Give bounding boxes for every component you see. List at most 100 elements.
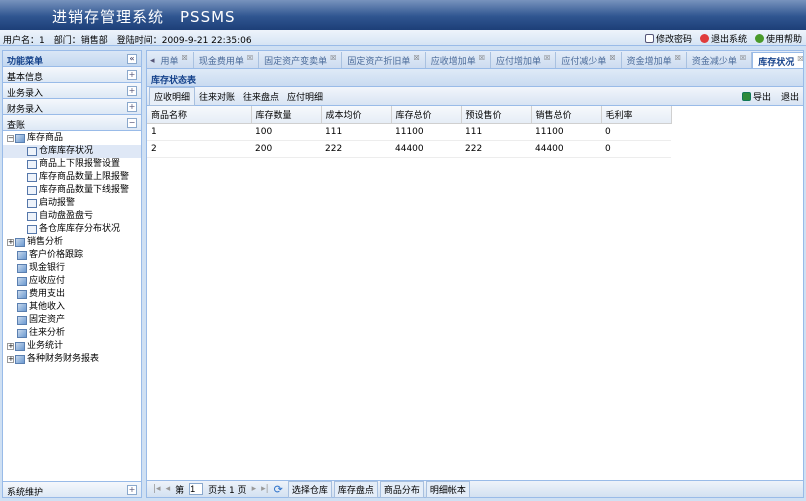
logout-link[interactable]: 退出系统 [699,32,747,45]
help-icon [754,34,764,43]
exit-button[interactable]: 退出 [781,90,799,103]
expand-icon[interactable]: + [127,485,137,495]
tab-label: 资金增加单 [626,57,672,67]
next-page-icon[interactable]: ▸ [252,484,257,494]
pager-button[interactable]: 库存盘点 [333,480,378,498]
pager-button[interactable]: 选择仓库 [287,480,332,498]
column-header[interactable]: 预设售价 [461,106,532,124]
tree-item[interactable]: 费用支出 [3,288,141,301]
tree-item-label: 商品上下限报警设置 [39,159,121,169]
tree-item[interactable]: 库存商品数量下线报警 [3,184,141,197]
table-cell: 11100 [391,123,461,141]
tree-item[interactable]: 仓库库存状况 [3,145,141,158]
tree-item[interactable]: 启动报警 [3,197,141,210]
tree-item[interactable]: 各仓库库存分布状况 [3,223,141,236]
section-label: 业务录入 [7,89,44,99]
expand-icon[interactable]: + [127,70,137,80]
close-tab-icon[interactable]: ☒ [479,54,485,66]
tab[interactable]: 应收增加单 ☒ [426,52,492,68]
tab[interactable]: 现金费用单 ☒ [194,52,260,68]
sidebar-section[interactable]: 基本信息 + [3,67,141,83]
tab-label: 固定资产折旧单 [347,57,411,67]
tab-label: 资金减少单 [691,57,737,67]
column-header[interactable]: 库存总价 [391,106,462,124]
tree-item[interactable]: + 业务统计 [3,340,141,353]
column-header[interactable]: 销售总价 [531,106,602,124]
tree-item[interactable]: 客户价格跟踪 [3,249,141,262]
close-tab-icon[interactable]: ☒ [675,54,681,66]
close-tab-icon[interactable]: ☒ [740,54,746,66]
expand-node-icon[interactable]: + [7,343,14,350]
sidebar-section[interactable]: 业务录入 + [3,83,141,99]
tree-item[interactable]: 往来分析 [3,327,141,340]
collapse-button[interactable]: « [127,54,137,64]
toolbar-button[interactable]: 往来盘点 [239,88,283,105]
close-tab-icon[interactable]: ☒ [609,54,615,66]
tab[interactable]: 固定资产折旧单 ☒ [342,52,426,68]
sidebar-section[interactable]: 查账 − [3,115,141,131]
main-panel: ◂ 用单 ☒ 现金费用单 ☒ 固定资产变卖单 ☒ 固定资产折旧单 ☒ 应收增加单 ☒ 应付增加单 ☒ 应付… [146,50,804,498]
tab[interactable]: 库存状况 ☒ [752,52,803,68]
refresh-icon[interactable]: ⟳ [274,483,283,496]
toolbar-button[interactable]: 应付明细 [283,88,327,105]
sidebar-section[interactable]: 财务录入 + [3,99,141,115]
expand-icon[interactable]: + [127,102,137,112]
tree-item[interactable]: 应收应付 [3,275,141,288]
column-header[interactable]: 商品名称 [147,106,252,124]
tree-item[interactable]: − 库存商品 [3,132,141,145]
expand-node-icon[interactable]: + [7,239,14,246]
close-tab-icon[interactable]: ☒ [413,54,419,66]
tree-item[interactable]: 现金银行 [3,262,141,275]
table-cell: 222 [461,140,531,158]
tree-item-label: 客户价格跟踪 [29,250,84,260]
collapse-icon[interactable]: − [127,118,137,128]
tree-item[interactable]: 固定资产 [3,314,141,327]
tree-item[interactable]: 商品上下限报警设置 [3,158,141,171]
tree-item-label: 各仓库库存分布状况 [39,224,121,234]
first-page-icon[interactable]: |◂ [153,484,161,494]
folder-icon [15,238,25,247]
prev-page-icon[interactable]: ◂ [166,484,171,494]
toolbar-button[interactable]: 应收明细 [149,86,196,106]
table-row[interactable]: 1 100 111 11100 111 11100 0 [147,123,671,141]
tree-item[interactable]: + 各种财务财务报表 [3,353,141,366]
help-link[interactable]: 使用帮助 [754,32,802,45]
column-header[interactable]: 库存数量 [251,106,322,124]
tab-label: 固定资产变卖单 [264,57,328,67]
expand-node-icon[interactable]: + [7,356,14,363]
export-button[interactable]: 导出 [741,90,771,103]
close-tab-icon[interactable]: ☒ [544,54,550,66]
tree-item[interactable]: 自动盘盈盘亏 [3,210,141,223]
toolbar-button[interactable]: 往来对账 [195,88,239,105]
collapse-node-icon[interactable]: − [7,135,14,142]
table-cell: 44400 [391,140,461,158]
close-tab-icon[interactable]: ☒ [330,54,336,66]
column-header[interactable]: 毛利率 [601,106,672,124]
pager-button[interactable]: 商品分布 [379,480,424,498]
tree-item-label: 销售分析 [27,237,64,247]
tree-item[interactable]: + 销售分析 [3,236,141,249]
tree-item[interactable]: 库存商品数量上限报警 [3,171,141,184]
close-tab-icon[interactable]: ☒ [247,54,253,66]
leaf-page-icon [27,147,37,156]
table-row[interactable]: 2 200 222 44400 222 44400 0 [147,140,671,158]
change-password-link[interactable]: 修改密码 [644,32,692,45]
expand-icon[interactable]: + [127,86,137,96]
tab[interactable]: 应付增加单 ☒ [491,52,557,68]
tab[interactable]: 资金增加单 ☒ [622,52,687,68]
tab[interactable]: 资金减少单 ☒ [687,52,753,68]
folder-icon [17,264,27,273]
pager-button[interactable]: 明细帐本 [425,480,470,498]
column-header[interactable]: 成本均价 [321,106,392,124]
tab[interactable]: 固定资产变卖单 ☒ [259,52,343,68]
table-cell: 44400 [531,140,601,158]
sidebar-section-system[interactable]: 系统维护 + [3,481,141,498]
page-input[interactable] [189,483,204,495]
tab[interactable]: 应付减少单 ☒ [556,52,622,68]
tab[interactable]: 用单 ☒ [156,52,194,68]
tree-item[interactable]: 其他收入 [3,301,141,314]
tree-item-label: 现金银行 [29,263,66,273]
close-tab-icon[interactable]: ☒ [797,55,803,66]
last-page-icon[interactable]: ▸| [261,484,269,494]
close-tab-icon[interactable]: ☒ [182,54,188,66]
